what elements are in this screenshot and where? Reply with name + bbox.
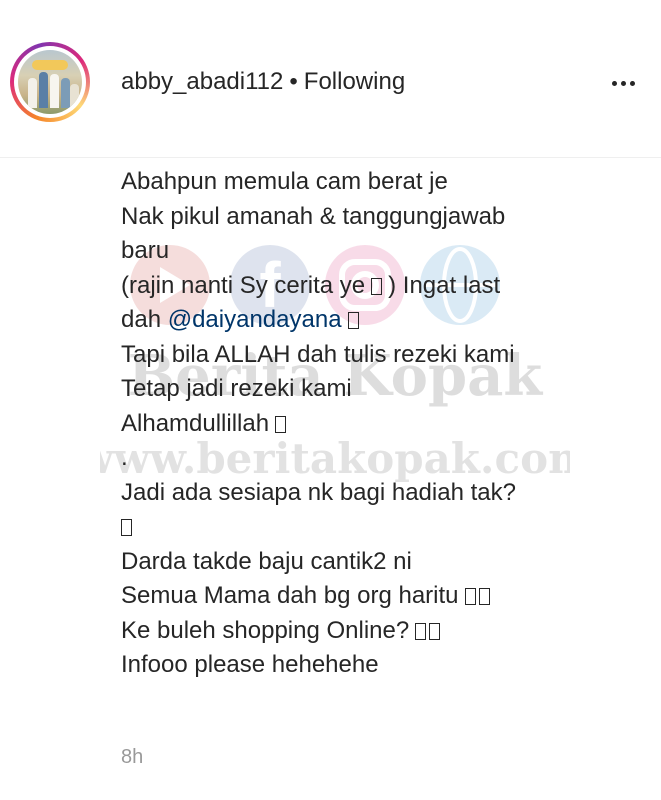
caption-line: dah @daiyandayana	[121, 303, 641, 338]
avatar[interactable]	[10, 42, 90, 122]
mention-link[interactable]: @daiyandayana	[168, 306, 342, 333]
emoji-placeholder-icon	[478, 588, 490, 605]
profile-photo-icon	[18, 50, 82, 114]
caption-line: .	[121, 444, 128, 471]
caption-line: Jadi ada sesiapa nk bagi hadiah tak?	[121, 478, 516, 506]
emoji-placeholder-icon	[429, 622, 441, 640]
caption-line: baru	[121, 237, 170, 264]
caption-text: Alhamdullillah	[121, 409, 270, 437]
post-caption: Abahpun memula cam berat je Nak pikul am…	[121, 165, 641, 683]
caption-line: Nak pikul amanah & tanggungjawab	[121, 202, 506, 230]
post-header: abby_abadi112 • Following	[0, 0, 661, 158]
caption-text: Semua Mama dah bg org haritu	[121, 582, 459, 609]
more-options-icon[interactable]	[610, 80, 638, 88]
post-timestamp[interactable]: 8h	[121, 744, 143, 770]
caption-line: Abahpun memula cam berat je	[121, 168, 448, 195]
caption-text: (rajin nanti Sy cerita ye	[121, 271, 366, 299]
caption-line: Infooo please hehehehe	[121, 651, 379, 678]
caption-line	[121, 510, 641, 545]
separator-dot: •	[289, 68, 298, 95]
username-line: abby_abadi112 • Following	[121, 66, 405, 98]
caption-line: Tetap jadi rezeki kami	[121, 375, 352, 402]
caption-text: ) Ingat last	[388, 271, 501, 299]
header-divider	[0, 157, 661, 158]
caption-line: Ke buleh shopping Online?	[121, 614, 641, 649]
username-link[interactable]: abby_abadi112	[121, 68, 283, 95]
emoji-placeholder-icon	[347, 312, 359, 329]
caption-line: Semua Mama dah bg org haritu	[121, 579, 641, 614]
emoji-placeholder-icon	[371, 277, 383, 295]
emoji-placeholder-icon	[275, 415, 287, 433]
caption-text: Ke buleh shopping Online?	[121, 616, 410, 644]
emoji-placeholder-icon	[464, 588, 476, 605]
emoji-placeholder-icon	[121, 519, 132, 536]
caption-text: dah	[121, 306, 162, 333]
caption-line: Darda takde baju cantik2 ni	[121, 547, 412, 575]
emoji-placeholder-icon	[415, 622, 427, 640]
avatar-border	[14, 46, 86, 118]
caption-line: Tapi bila ALLAH dah tulis rezeki kami	[121, 340, 515, 368]
caption-line: (rajin nanti Sy cerita ye ) Ingat last	[121, 269, 641, 304]
following-button[interactable]: Following	[304, 68, 405, 95]
caption-line: Alhamdullillah	[121, 407, 641, 442]
